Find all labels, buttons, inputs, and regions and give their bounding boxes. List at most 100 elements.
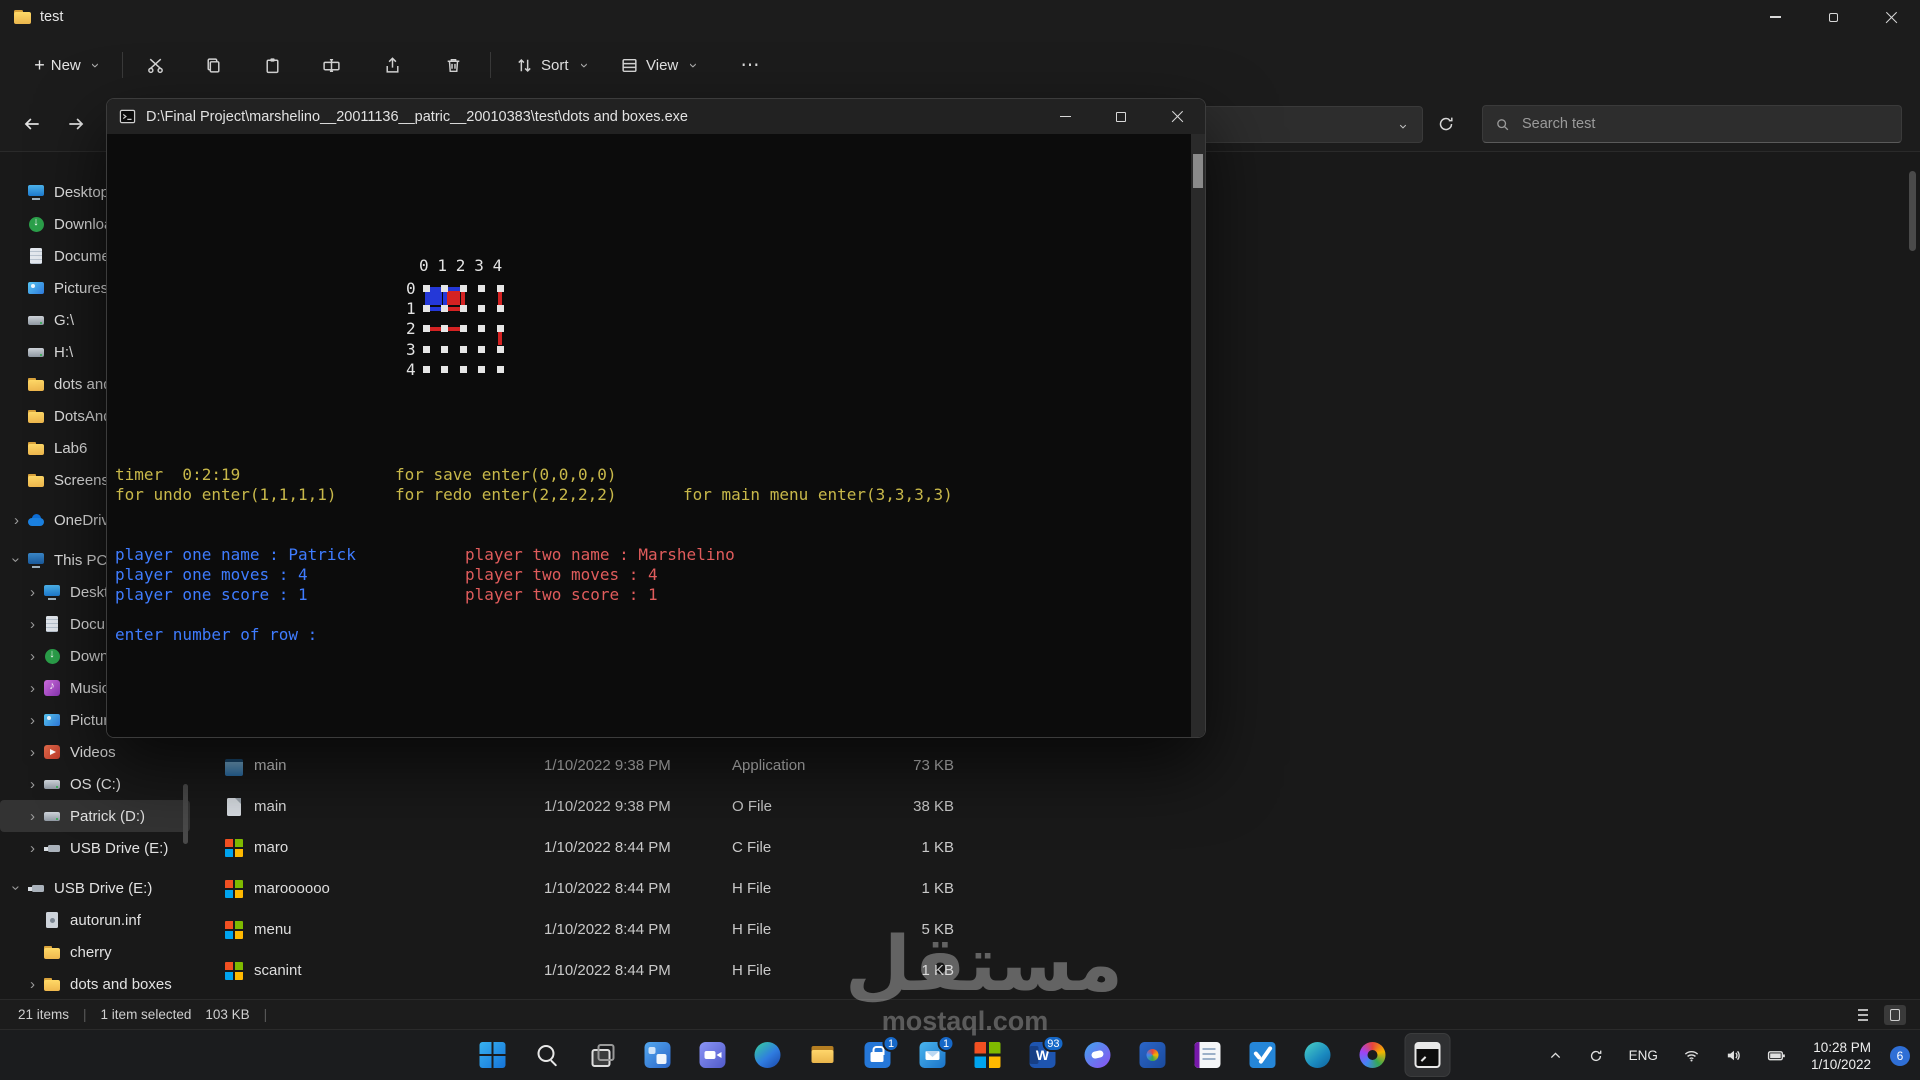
chevron-icon[interactable] [8, 511, 25, 529]
console-maximize-button[interactable] [1093, 99, 1149, 134]
sidebar-item[interactable]: cherry [0, 936, 190, 968]
board-box [446, 290, 460, 305]
taskbar-button-edge[interactable] [746, 1034, 790, 1076]
sort-button[interactable]: Sort [505, 47, 597, 83]
file-date-modified: 1/10/2022 8:44 PM [544, 921, 732, 938]
restore-button[interactable] [1804, 0, 1862, 34]
sidebar-item[interactable]: OS (C:) [0, 768, 190, 800]
minimize-button[interactable] [1746, 0, 1804, 34]
chevron-icon[interactable] [24, 711, 41, 729]
console-text: player one moves : 4 [115, 565, 308, 584]
chevron-icon[interactable] [8, 552, 26, 569]
console-titlebar[interactable]: D:\Final Project\marshelino__20011136__p… [107, 99, 1205, 134]
chevron-icon[interactable] [24, 647, 41, 665]
delete-button[interactable] [433, 47, 473, 83]
file-row-maro[interactable]: maro 1/10/2022 8:44 PM C File 1 KB [196, 827, 1906, 868]
details-view-button[interactable] [1852, 1005, 1874, 1025]
taskbar-button-store[interactable]: 1 [856, 1034, 900, 1076]
explorer-titlebar[interactable]: test [0, 0, 1920, 34]
sidebar-item[interactable]: dots and boxes [0, 968, 190, 999]
taskbar-button-widgets[interactable] [636, 1034, 680, 1076]
file-type: H File [732, 921, 888, 938]
file-row-main[interactable]: main 1/10/2022 9:38 PM O File 38 KB [196, 786, 1906, 827]
sidebar-item[interactable]: Patrick (D:) [0, 800, 190, 832]
file-size: 38 KB [888, 798, 954, 815]
file-row-scanint[interactable]: scanint 1/10/2022 8:44 PM H File 1 KB [196, 950, 1906, 991]
sidebar-item[interactable]: Videos [0, 736, 190, 768]
start-icon [480, 1042, 506, 1068]
new-button[interactable]: + New [31, 47, 101, 83]
sidebar-item[interactable]: USB Drive (E:) [0, 832, 190, 864]
address-dropdown-button[interactable] [1392, 115, 1414, 137]
sidebar-scrollbar[interactable] [183, 784, 188, 844]
chevron-icon[interactable] [24, 775, 41, 793]
file-row-main[interactable]: main 1/10/2022 9:38 PM Application 73 KB [196, 745, 1906, 786]
taskbar-button-file-explorer[interactable] [801, 1034, 845, 1076]
taskbar-button-notes[interactable] [1186, 1034, 1230, 1076]
file-row-maroooooo[interactable]: maroooooo 1/10/2022 8:44 PM H File 1 KB [196, 868, 1906, 909]
view-button[interactable]: View [610, 47, 706, 83]
file-row-menu[interactable]: menu 1/10/2022 8:44 PM H File 5 KB [196, 909, 1906, 950]
network-button[interactable] [1677, 1046, 1706, 1065]
battery-button[interactable] [1761, 1045, 1792, 1066]
close-icon [1170, 109, 1185, 124]
taskbar-button-chat[interactable] [691, 1034, 735, 1076]
rename-button[interactable] [311, 47, 351, 83]
console-close-button[interactable] [1149, 99, 1205, 134]
file-row[interactable] [196, 991, 1906, 999]
chevron-icon[interactable] [24, 679, 41, 697]
console-text: enter number of row : [115, 625, 317, 644]
console-minimize-button[interactable] [1037, 99, 1093, 134]
taskbar-button-mail[interactable]: 1 [911, 1034, 955, 1076]
maximize-icon [1116, 112, 1126, 122]
large-icons-view-button[interactable] [1884, 1005, 1906, 1025]
chevron-icon[interactable] [8, 880, 26, 897]
taskbar-button-start[interactable] [471, 1034, 515, 1076]
file-name: menu [254, 921, 544, 938]
taskbar-button-edge-dev[interactable] [1296, 1034, 1340, 1076]
board-dot [441, 285, 448, 292]
taskbar-button-word[interactable]: W 93 [1021, 1034, 1065, 1076]
chevron-icon[interactable] [24, 743, 41, 761]
chevron-icon[interactable] [24, 807, 41, 825]
more-options-button[interactable]: ⋯ [728, 47, 772, 83]
back-button[interactable] [14, 106, 50, 142]
search-input[interactable] [1520, 115, 1889, 133]
taskbar-button-task-view[interactable] [581, 1034, 625, 1076]
taskbar-button-office[interactable] [966, 1034, 1010, 1076]
taskbar-button-vscode[interactable] [1241, 1034, 1285, 1076]
sidebar-item[interactable]: USB Drive (E:) [0, 872, 190, 904]
taskbar-button-paint[interactable] [1351, 1034, 1395, 1076]
chevron-icon[interactable] [24, 583, 41, 601]
board-line [498, 331, 502, 345]
file-type: H File [732, 880, 888, 897]
window-scrollbar[interactable] [1909, 171, 1916, 251]
refresh-button[interactable] [1428, 106, 1464, 142]
taskbar-button-messenger[interactable] [1076, 1034, 1120, 1076]
share-button[interactable] [372, 47, 412, 83]
taskbar-button-terminal[interactable] [1406, 1034, 1450, 1076]
paste-button[interactable] [252, 47, 292, 83]
hidden-icons-button[interactable] [1542, 1047, 1569, 1064]
cut-button[interactable] [135, 47, 175, 83]
taskbar-button-search[interactable] [526, 1034, 570, 1076]
download-icon [27, 215, 45, 233]
language-indicator[interactable]: ENG [1623, 1047, 1664, 1064]
drive-icon [27, 311, 45, 329]
board-col-label: 3 [474, 256, 484, 275]
sidebar-item[interactable]: autorun.inf [0, 904, 190, 936]
sort-icon [515, 56, 534, 75]
close-button[interactable] [1862, 0, 1920, 34]
copy-button[interactable] [193, 47, 233, 83]
update-status-button[interactable] [1582, 1047, 1610, 1065]
taskbar-button-photos[interactable] [1131, 1034, 1175, 1076]
clock[interactable]: 10:28 PM 1/10/2022 [1805, 1038, 1877, 1074]
volume-button[interactable] [1719, 1046, 1748, 1065]
notification-count-badge[interactable]: 6 [1890, 1046, 1910, 1066]
chevron-icon[interactable] [24, 615, 41, 633]
forward-button[interactable] [58, 106, 94, 142]
chevron-icon[interactable] [24, 839, 41, 857]
console-scrollbar[interactable] [1191, 134, 1205, 738]
console-scrollbar-thumb[interactable] [1193, 154, 1203, 188]
chevron-icon[interactable] [24, 975, 41, 993]
